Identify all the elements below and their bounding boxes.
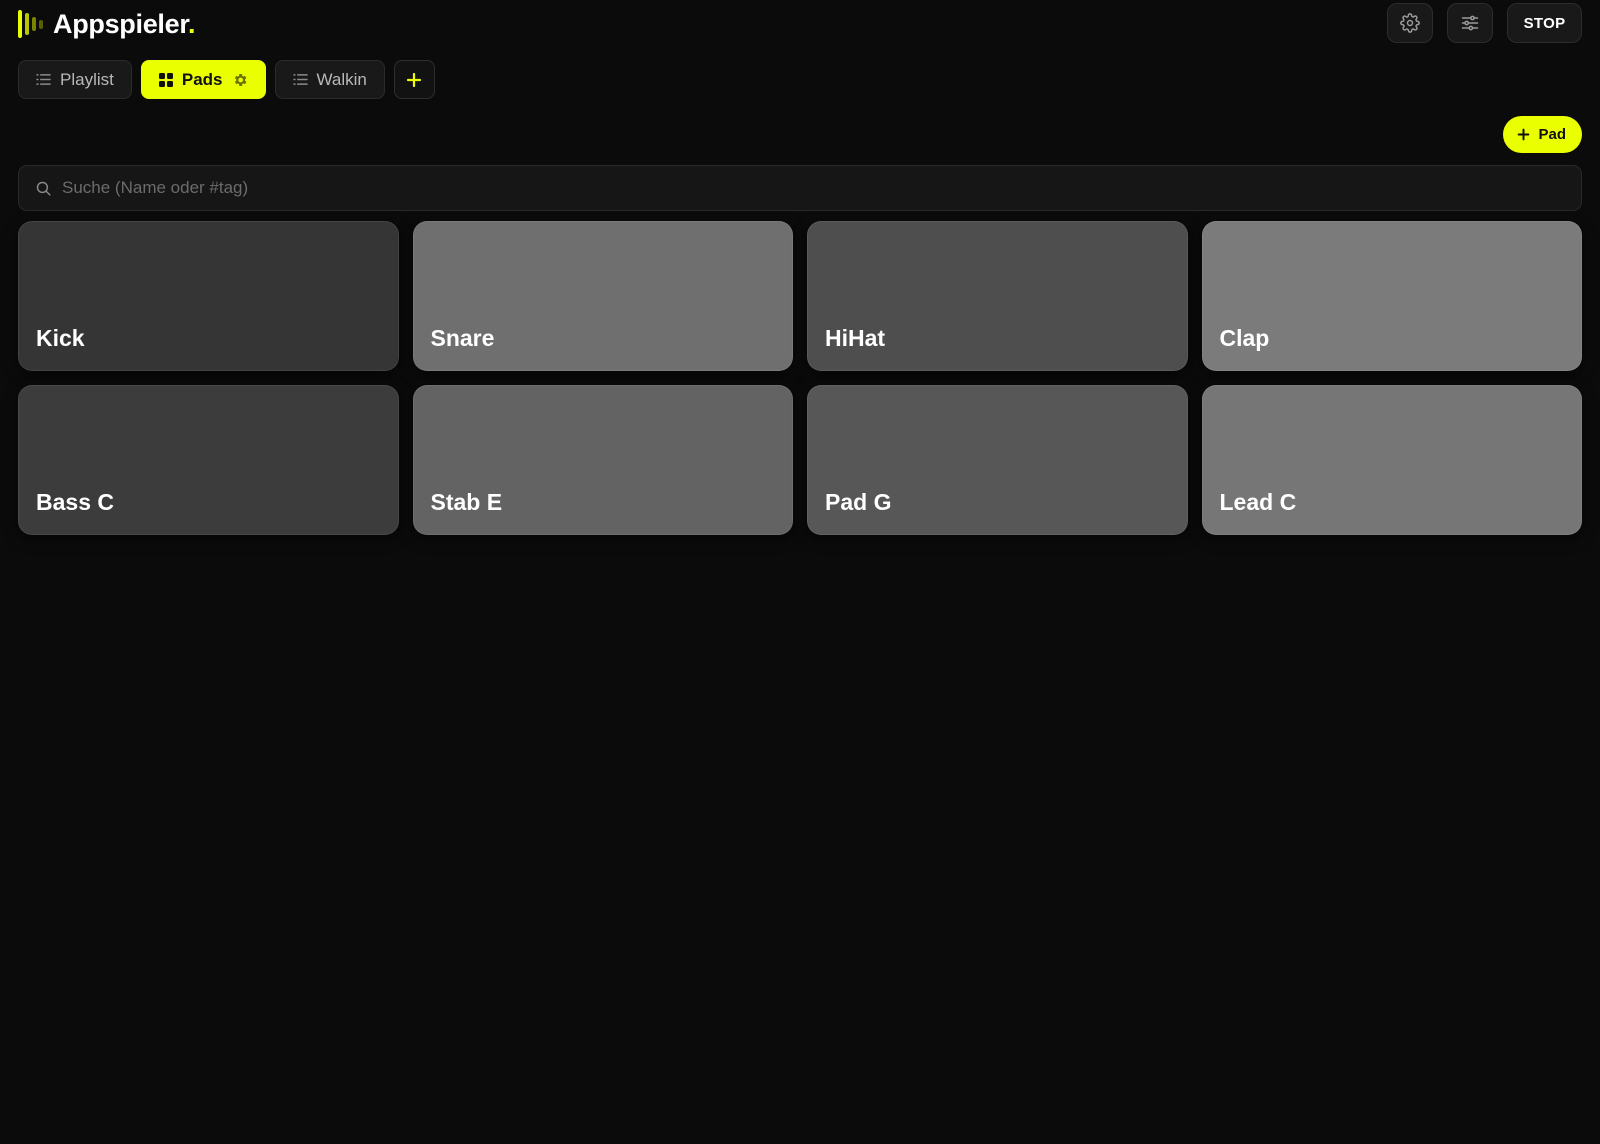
gear-icon — [1400, 13, 1420, 33]
list-icon — [36, 74, 51, 85]
pad-pad-g[interactable]: Pad G — [807, 385, 1188, 535]
tab-label: Pads — [181, 69, 223, 89]
pad-label: Pad G — [825, 489, 892, 515]
tab-label: Walkin — [316, 69, 367, 89]
pad-grid: Kick Snare HiHat Clap Bass C Stab E Pad … — [18, 221, 1582, 535]
pad-label: Stab E — [430, 489, 503, 515]
tab-bar: Playlist Pads Walkin — [18, 60, 435, 99]
pad-stab-e[interactable]: Stab E — [412, 385, 793, 535]
app-name: Appspieler. — [53, 8, 196, 39]
tab-playlist[interactable]: Playlist — [18, 60, 132, 99]
tab-walkin[interactable]: Walkin — [274, 60, 385, 99]
plus-icon — [407, 72, 422, 87]
pad-hihat[interactable]: HiHat — [807, 221, 1188, 371]
pad-label: Lead C — [1219, 489, 1297, 515]
pad-label: Kick — [36, 325, 85, 351]
pad-kick[interactable]: Kick — [18, 221, 399, 371]
mixer-button[interactable] — [1447, 3, 1493, 43]
search-input[interactable] — [62, 166, 1581, 210]
settings-button[interactable] — [1387, 3, 1433, 43]
pad-label: Bass C — [36, 489, 114, 515]
stop-button[interactable]: STOP — [1507, 3, 1582, 43]
plus-icon — [1518, 128, 1530, 141]
header-actions: STOP — [1387, 3, 1582, 43]
pad-lead-c[interactable]: Lead C — [1201, 385, 1582, 535]
pad-clap[interactable]: Clap — [1201, 221, 1582, 371]
pad-label: HiHat — [825, 325, 886, 351]
tab-pads[interactable]: Pads — [140, 60, 266, 99]
list-icon — [292, 74, 308, 85]
add-pad-button[interactable]: Pad — [1503, 116, 1582, 153]
pad-label: Snare — [430, 325, 495, 351]
tab-label: Playlist — [60, 69, 114, 89]
equalizer-icon — [18, 9, 43, 39]
sliders-icon — [1461, 15, 1479, 31]
search-icon — [36, 181, 51, 196]
top-bar: Appspieler. STOP — [0, 0, 1600, 48]
search-bar — [18, 165, 1582, 211]
grid-icon — [158, 72, 173, 87]
add-tab-button[interactable] — [393, 60, 435, 99]
gear-icon[interactable] — [232, 72, 248, 88]
app-logo[interactable]: Appspieler. — [18, 7, 196, 41]
pad-label: Clap — [1219, 325, 1270, 351]
pad-bass-c[interactable]: Bass C — [18, 385, 399, 535]
pad-snare[interactable]: Snare — [412, 221, 793, 371]
add-pad-label: Pad — [1538, 126, 1566, 143]
